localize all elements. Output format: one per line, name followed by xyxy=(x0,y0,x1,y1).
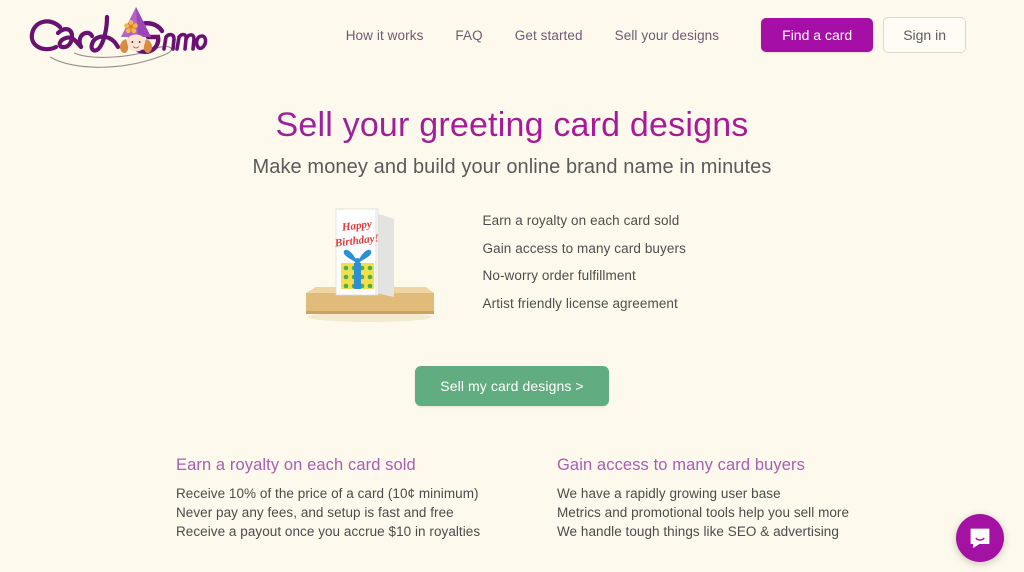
feature-title-buyers: Gain access to many card buyers xyxy=(557,456,805,475)
nav-link-faq[interactable]: FAQ xyxy=(439,22,498,49)
chat-launcher-button[interactable]: Open chat xyxy=(956,514,1004,562)
feature-lines-buyers: We have a rapidly growing user base Metr… xyxy=(557,484,937,541)
feature-lines-royalty: Receive 10% of the price of a card (10¢ … xyxy=(176,484,557,541)
benefit-item-royalty: Earn a royalty on each card sold xyxy=(482,213,680,229)
features-section: Earn a royalty on each card sold Receive… xyxy=(0,456,1024,541)
site-logo[interactable]: Card Gnome xyxy=(14,3,209,69)
card-gnome-logo-icon xyxy=(29,7,208,68)
feature-title-royalty: Earn a royalty on each card sold xyxy=(176,456,416,475)
feature-line: We handle tough things like SEO & advert… xyxy=(557,524,839,540)
feature-line: We have a rapidly growing user base xyxy=(557,486,781,502)
benefit-item-buyers: Gain access to many card buyers xyxy=(482,240,686,256)
greeting-card-illustration: Happy Birthday! xyxy=(298,201,443,326)
nav-link-how-it-works[interactable]: How it works xyxy=(330,22,440,49)
sell-my-card-designs-button[interactable]: Sell my card designs > xyxy=(415,366,609,407)
cta-container: Sell my card designs > xyxy=(0,366,1024,407)
hero-benefit-list: Earn a royalty on each card sold Gain ac… xyxy=(483,201,753,310)
greeting-card-icon: Happy Birthday! xyxy=(305,208,434,323)
site-header: Card Gnome How it works FAQ Get started … xyxy=(0,0,1024,70)
feature-line: Receive a payout once you accrue $10 in … xyxy=(176,524,481,540)
feature-column-buyers: Gain access to many card buyers We have … xyxy=(557,456,937,541)
benefit-item-license: Artist friendly license agreement xyxy=(482,295,678,311)
page-subtitle: Make money and build your online brand n… xyxy=(252,156,772,179)
main-nav: How it works FAQ Get started Sell your d… xyxy=(330,17,966,53)
benefit-item-fulfillment: No-worry order fulfillment xyxy=(482,268,636,284)
sign-in-button[interactable]: Sign in xyxy=(883,17,966,53)
chat-bubble-icon xyxy=(970,528,990,548)
feature-column-royalty: Earn a royalty on each card sold Receive… xyxy=(176,456,557,541)
feature-line: Metrics and promotional tools help you s… xyxy=(557,505,850,521)
hero-section: Sell your greeting card designs Make mon… xyxy=(0,106,1024,407)
feature-line: Never pay any fees, and setup is fast an… xyxy=(176,505,454,521)
feature-line: Receive 10% of the price of a card (10¢ … xyxy=(176,486,479,502)
nav-link-get-started[interactable]: Get started xyxy=(499,22,599,49)
find-a-card-button[interactable]: Find a card xyxy=(761,18,874,52)
nav-link-sell-your-designs[interactable]: Sell your designs xyxy=(599,22,736,49)
page-title: Sell your greeting card designs xyxy=(0,106,1024,145)
hero-showcase: Happy Birthday! Earn a royalty on each c… xyxy=(0,201,1024,326)
